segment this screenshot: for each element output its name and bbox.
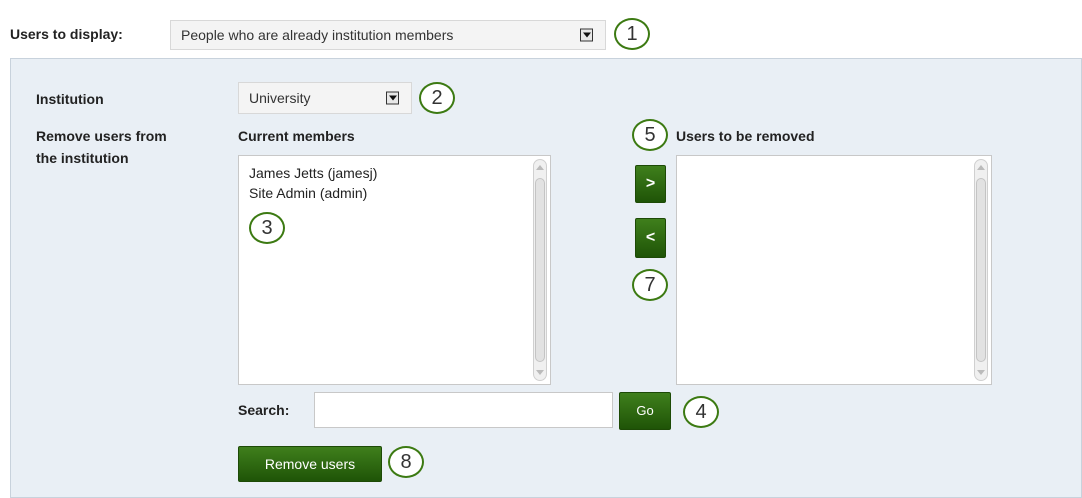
institution-label: Institution <box>36 91 104 107</box>
callout-8: 8 <box>388 446 424 478</box>
callout-3: 3 <box>249 212 285 244</box>
scroll-down-icon[interactable] <box>977 370 985 375</box>
callout-5: 5 <box>632 119 668 151</box>
current-members-heading: Current members <box>238 128 355 144</box>
move-left-button[interactable]: < <box>635 218 666 258</box>
chevron-down-icon <box>580 28 593 42</box>
remove-users-label-line1: Remove users from <box>36 128 167 144</box>
search-label: Search: <box>238 402 290 418</box>
search-input[interactable] <box>314 392 613 428</box>
scroll-up-icon[interactable] <box>977 165 985 170</box>
go-button[interactable]: Go <box>619 392 671 430</box>
institution-select[interactable]: University <box>238 82 412 114</box>
users-to-display-value: People who are already institution membe… <box>181 27 454 43</box>
scroll-thumb[interactable] <box>535 178 545 362</box>
scrollbar[interactable] <box>974 159 988 381</box>
move-right-button[interactable]: > <box>635 165 666 203</box>
scroll-down-icon[interactable] <box>536 370 544 375</box>
users-to-be-removed-list[interactable] <box>676 155 992 385</box>
institution-value: University <box>249 90 311 106</box>
remove-users-button[interactable]: Remove users <box>238 446 382 482</box>
list-item[interactable]: James Jetts (jamesj) <box>249 165 377 181</box>
callout-7: 7 <box>632 269 668 301</box>
callout-2: 2 <box>419 82 455 114</box>
callout-4: 4 <box>683 396 719 428</box>
list-item[interactable]: Site Admin (admin) <box>249 185 367 201</box>
scroll-up-icon[interactable] <box>536 165 544 170</box>
chevron-down-icon <box>386 91 399 105</box>
users-to-display-select[interactable]: People who are already institution membe… <box>170 20 606 50</box>
scroll-thumb[interactable] <box>976 178 986 362</box>
users-to-display-label: Users to display: <box>10 26 123 42</box>
users-to-be-removed-heading: Users to be removed <box>676 128 815 144</box>
current-members-list[interactable]: James Jetts (jamesj) Site Admin (admin) <box>238 155 551 385</box>
scrollbar[interactable] <box>533 159 547 381</box>
callout-1: 1 <box>614 18 650 50</box>
remove-users-label-line2: the institution <box>36 150 129 166</box>
